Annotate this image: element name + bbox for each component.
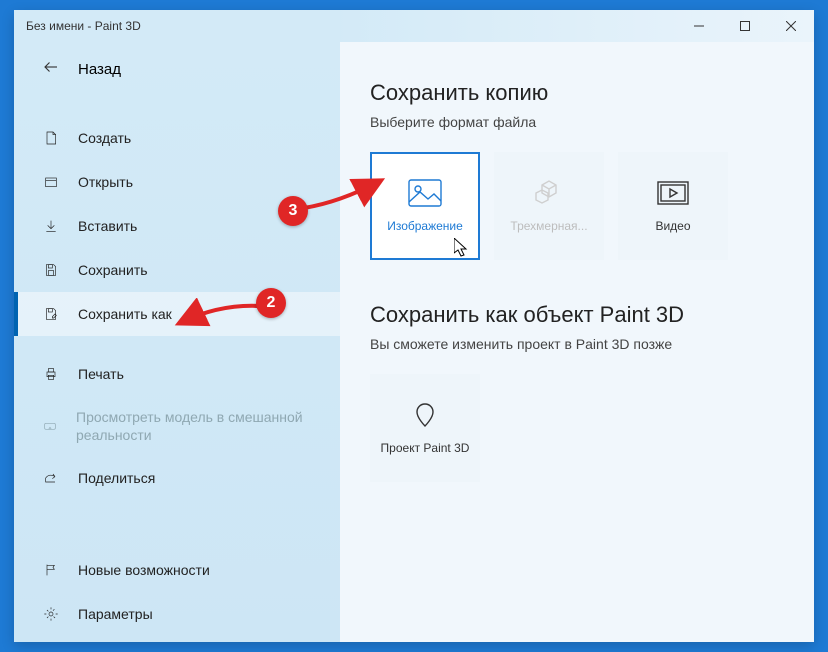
close-button[interactable] bbox=[768, 10, 814, 42]
sidebar-item-mixed-reality: Просмотреть модель в смешанной реальност… bbox=[14, 396, 340, 456]
card-label: Видео bbox=[651, 219, 694, 233]
project-card-row: Проект Paint 3D bbox=[370, 374, 784, 482]
flag-icon bbox=[42, 562, 60, 578]
sidebar: Назад Создать Открыть Вставить Сохранить bbox=[14, 42, 340, 642]
sidebar-item-print[interactable]: Печать bbox=[14, 352, 340, 396]
section-save-copy-title: Сохранить копию bbox=[370, 80, 784, 106]
image-icon bbox=[408, 179, 442, 207]
share-icon bbox=[42, 470, 60, 486]
pin-icon bbox=[408, 401, 442, 429]
card-3d-model[interactable]: Трехмерная... bbox=[494, 152, 604, 260]
3d-icon bbox=[532, 179, 566, 207]
sidebar-item-label: Поделиться bbox=[78, 470, 155, 486]
video-icon bbox=[656, 179, 690, 207]
back-label: Назад bbox=[78, 61, 121, 78]
titlebar: Без имени - Paint 3D bbox=[14, 10, 814, 42]
sidebar-item-label: Сохранить bbox=[78, 262, 148, 278]
gear-icon bbox=[42, 606, 60, 622]
cursor-icon bbox=[454, 238, 470, 258]
sidebar-item-label: Печать bbox=[78, 366, 124, 382]
arrow-left-icon bbox=[42, 58, 60, 81]
folder-icon bbox=[42, 174, 60, 190]
card-video[interactable]: Видео bbox=[618, 152, 728, 260]
save-icon bbox=[42, 262, 60, 278]
sidebar-item-save[interactable]: Сохранить bbox=[14, 248, 340, 292]
back-button[interactable]: Назад bbox=[14, 46, 340, 92]
minimize-button[interactable] bbox=[676, 10, 722, 42]
card-label: Изображение bbox=[383, 219, 467, 233]
annotation-badge-3: 3 bbox=[278, 196, 308, 226]
app-window: Без имени - Paint 3D Назад Создать От bbox=[14, 10, 814, 642]
sidebar-item-share[interactable]: Поделиться bbox=[14, 456, 340, 500]
sidebar-item-label: Открыть bbox=[78, 174, 133, 190]
window-controls bbox=[676, 10, 814, 42]
sidebar-item-label: Просмотреть модель в смешанной реальност… bbox=[76, 408, 324, 444]
section-save-project-title: Сохранить как объект Paint 3D bbox=[370, 302, 784, 328]
annotation-badge-2: 2 bbox=[256, 288, 286, 318]
save-as-icon bbox=[42, 306, 60, 322]
print-icon bbox=[42, 366, 60, 382]
maximize-button[interactable] bbox=[722, 10, 768, 42]
sidebar-item-settings[interactable]: Параметры bbox=[14, 592, 340, 636]
format-card-row: Изображение Трехмерная... Видео bbox=[370, 152, 784, 260]
sidebar-item-label: Новые возможности bbox=[78, 562, 210, 578]
download-icon bbox=[42, 218, 60, 234]
content-pane: Сохранить копию Выберите формат файла Из… bbox=[340, 42, 814, 642]
sidebar-item-label: Параметры bbox=[78, 606, 153, 622]
card-label: Проект Paint 3D bbox=[377, 441, 474, 455]
card-label: Трехмерная... bbox=[506, 219, 591, 233]
card-paint3d-project[interactable]: Проект Paint 3D bbox=[370, 374, 480, 482]
section-save-project-subtitle: Вы сможете изменить проект в Paint 3D по… bbox=[370, 336, 784, 352]
document-icon bbox=[42, 130, 60, 146]
sidebar-item-label: Сохранить как bbox=[78, 306, 172, 322]
sidebar-item-whats-new[interactable]: Новые возможности bbox=[14, 548, 340, 592]
section-save-copy-subtitle: Выберите формат файла bbox=[370, 114, 784, 130]
sidebar-item-save-as[interactable]: Сохранить как bbox=[14, 292, 340, 336]
window-body: Назад Создать Открыть Вставить Сохранить bbox=[14, 42, 814, 642]
sidebar-item-label: Вставить bbox=[78, 218, 137, 234]
sidebar-item-label: Создать bbox=[78, 130, 131, 146]
vr-icon bbox=[42, 418, 58, 434]
sidebar-item-new[interactable]: Создать bbox=[14, 116, 340, 160]
window-title: Без имени - Paint 3D bbox=[26, 19, 141, 33]
